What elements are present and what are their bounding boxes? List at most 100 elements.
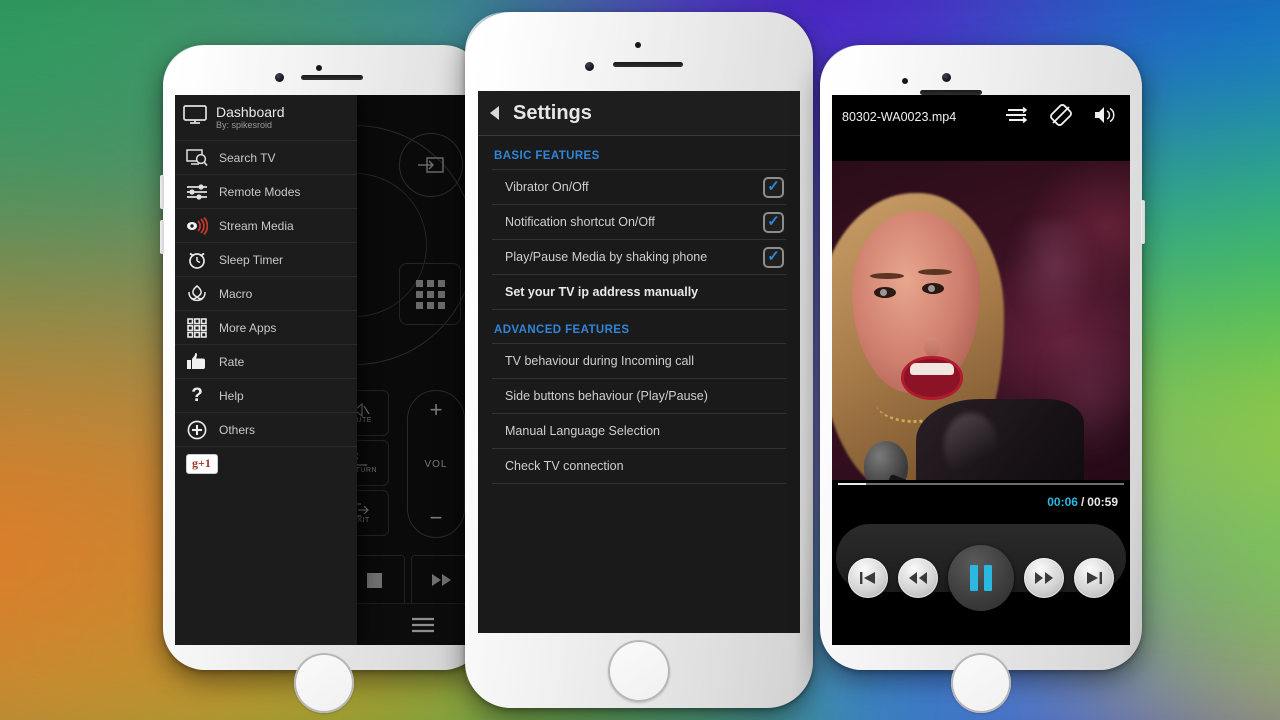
section-divider-advanced (492, 483, 786, 484)
time-separator: / (1080, 495, 1085, 509)
tv-icon (183, 104, 207, 130)
volume-up-label[interactable]: + (430, 399, 443, 421)
left-phone-home-button[interactable] (294, 653, 354, 713)
progress-fill (838, 483, 866, 485)
rewind-icon (909, 571, 927, 584)
subject-jacket-highlight (944, 413, 998, 479)
fast-forward-icon (1035, 571, 1053, 584)
center-phone-home-button[interactable] (608, 640, 670, 702)
subject-face (852, 211, 980, 397)
setting-row-incoming-call[interactable]: TV behaviour during Incoming call (492, 343, 786, 378)
left-phone-volume-up-button[interactable] (160, 175, 164, 209)
setting-label: Notification shortcut On/Off (505, 215, 655, 229)
left-phone-sensor (316, 65, 322, 71)
sidebar-item-rate[interactable]: Rate (175, 344, 357, 378)
sidebar-item-label: Search TV (219, 150, 276, 165)
input-source-icon (418, 157, 444, 173)
source-button[interactable] (399, 133, 463, 197)
fast-forward-button[interactable] (1024, 557, 1064, 598)
left-phone-front-camera (275, 73, 284, 82)
sidebar-item-label: Help (219, 388, 244, 403)
google-plus-one-button[interactable]: g+1 (186, 453, 218, 474)
right-phone-power-button[interactable] (1141, 200, 1145, 244)
sidebar-item-label: More Apps (219, 320, 277, 335)
previous-track-button[interactable] (848, 557, 888, 598)
video-player-header: 80302-WA0023.mp4 (832, 95, 1130, 139)
video-frame-image (832, 161, 1130, 488)
setting-row-set-tv-ip[interactable]: Set your TV ip address manually (492, 274, 786, 309)
right-phone-home-button[interactable] (951, 653, 1011, 713)
sidebar-item-label: Rate (219, 354, 245, 369)
shake-play-pause-checkbox[interactable]: ✓ (763, 246, 784, 268)
setting-label: Check TV connection (505, 459, 624, 473)
setting-row-vibrator[interactable]: Vibrator On/Off ✓ (492, 169, 786, 204)
video-progress-bar[interactable] (832, 480, 1130, 488)
left-phone-earpiece (301, 75, 363, 80)
sidebar-item-help[interactable]: ? Help (175, 378, 357, 412)
setting-row-check-tv-connection[interactable]: Check TV connection (492, 448, 786, 483)
drawer-header: Dashboard By: spikesroid (175, 95, 357, 141)
subject-brow-right (918, 269, 952, 275)
question-mark-icon: ? (191, 384, 203, 406)
pause-button[interactable] (948, 544, 1014, 611)
skip-previous-icon (860, 571, 875, 584)
setting-label: Play/Pause Media by shaking phone (505, 250, 708, 264)
grid-apps-icon (186, 318, 208, 338)
progress-track (838, 483, 1124, 485)
subject-nose (924, 337, 940, 357)
sidebar-item-search-tv[interactable]: Search TV (175, 140, 357, 174)
skip-next-icon (1087, 571, 1102, 584)
notification-shortcut-checkbox[interactable]: ✓ (763, 211, 784, 233)
next-track-button[interactable] (1074, 557, 1114, 598)
sidebar-item-macro[interactable]: Macro (175, 276, 357, 310)
sidebar-item-sleep-timer[interactable]: Sleep Timer (175, 242, 357, 276)
volume-icon[interactable] (1094, 106, 1118, 129)
remote-app-background: MUTE RETURN EXIT + VOL − Dashboard By: s… (175, 95, 473, 645)
menu-button[interactable] (374, 616, 473, 634)
pause-icon (970, 564, 992, 591)
subject-teeth (910, 363, 954, 375)
rotation-lock-icon[interactable] (1050, 103, 1072, 131)
right-phone-sensor (902, 78, 908, 84)
setting-label: Vibrator On/Off (505, 180, 589, 194)
sidebar-item-others[interactable]: Others (175, 412, 357, 446)
hamburger-menu-icon (412, 617, 435, 632)
back-arrow-icon[interactable] (490, 106, 499, 120)
setting-row-notification-shortcut[interactable]: Notification shortcut On/Off ✓ (492, 204, 786, 239)
right-phone-device: 80302-WA0023.mp4 00:06 / 00:59 (820, 45, 1145, 713)
checkmark-icon: ✓ (767, 247, 780, 265)
sidebar-item-label: Stream Media (219, 218, 294, 233)
setting-label: Side buttons behaviour (Play/Pause) (505, 389, 708, 403)
volume-label: VOL (424, 458, 448, 470)
video-surface[interactable] (832, 139, 1130, 488)
playlist-icon[interactable] (1006, 106, 1028, 128)
left-phone-volume-down-button[interactable] (160, 220, 164, 254)
rewind-button[interactable] (898, 557, 938, 598)
keypad-grid-icon (415, 279, 445, 309)
setting-row-manual-language[interactable]: Manual Language Selection (492, 413, 786, 448)
fast-forward-button[interactable] (411, 555, 473, 605)
sidebar-item-stream-media[interactable]: Stream Media (175, 208, 357, 242)
setting-row-side-buttons[interactable]: Side buttons behaviour (Play/Pause) (492, 378, 786, 413)
video-controls-bar (832, 516, 1130, 645)
volume-rocker[interactable]: + VOL − (407, 390, 465, 538)
section-header-advanced: ADVANCED FEATURES (494, 324, 630, 336)
keypad-button[interactable] (399, 263, 461, 325)
total-time: 00:59 (1087, 495, 1118, 509)
center-phone-earpiece (613, 62, 683, 67)
subject-eye-right (922, 283, 944, 294)
video-time-display: 00:06 / 00:59 (832, 488, 1130, 516)
alarm-clock-icon (186, 250, 208, 270)
subject-eye-left (874, 287, 896, 298)
cast-icon (186, 216, 208, 235)
setting-label: TV behaviour during Incoming call (505, 354, 694, 368)
sidebar-item-remote-modes[interactable]: Remote Modes (175, 174, 357, 208)
volume-down-label[interactable]: − (430, 507, 443, 529)
vibrator-checkbox[interactable]: ✓ (763, 176, 784, 198)
sidebar-item-more-apps[interactable]: More Apps (175, 310, 357, 344)
plus-circle-icon (186, 420, 208, 440)
search-tv-icon (186, 149, 208, 167)
setting-row-shake-play-pause[interactable]: Play/Pause Media by shaking phone ✓ (492, 239, 786, 274)
current-time: 00:06 (1047, 495, 1078, 509)
settings-header: Settings (478, 91, 800, 136)
